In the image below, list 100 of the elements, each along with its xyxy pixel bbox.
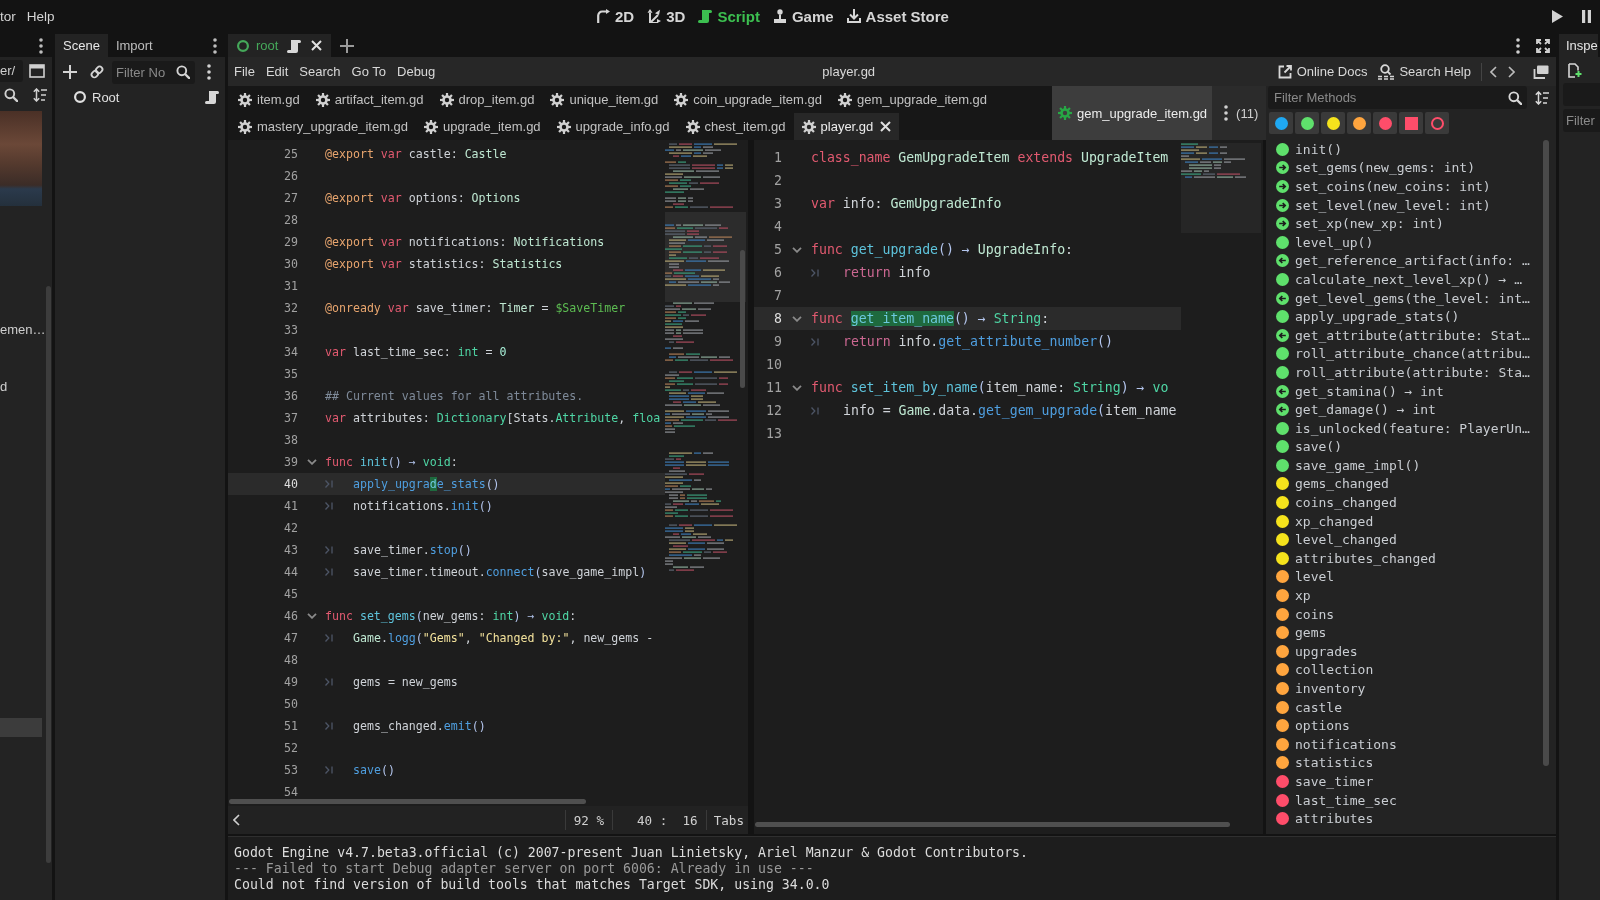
chevron-down-icon[interactable] [791,384,802,391]
play-icon[interactable] [1552,9,1563,23]
plus-icon[interactable] [340,38,355,53]
method-list-item[interactable]: get_level_gems(the_level: int… [1276,288,1530,308]
close-icon[interactable] [311,40,323,51]
filter-field[interactable]: Filter Methods [1268,86,1527,109]
scroll-icon[interactable] [205,90,219,104]
method-list-item[interactable]: is_unlocked(feature: PlayerUn… [1276,418,1530,438]
chevron-down-icon[interactable] [306,459,317,465]
chevron-down-icon[interactable] [306,613,317,619]
type-filter-button[interactable] [1399,112,1423,134]
method-list-item[interactable]: coins [1276,604,1335,624]
menu-item[interactable]: Search [299,64,341,79]
method-list-item[interactable]: gems [1276,623,1327,643]
method-list-item[interactable]: init() [1276,140,1342,159]
scrollbar[interactable] [755,822,1230,827]
method-list-item[interactable]: get_reference_artifact(info: … [1276,251,1530,271]
fullscreen-icon[interactable] [1536,38,1550,53]
method-list-item[interactable]: get_attribute(attribute: Stat… [1276,325,1530,345]
scrollbar[interactable] [1543,140,1549,766]
menu-item[interactable]: Go To [351,64,386,79]
workspace-tab[interactable]: Asset Store [846,4,949,28]
kebab-menu-icon[interactable] [213,37,217,54]
menu-item[interactable]: Debug [397,64,436,79]
method-list-item[interactable]: calculate_next_level_xp() → … [1276,270,1522,289]
method-list-item[interactable]: get_damage() → int [1276,400,1436,419]
file-list-item[interactable]: emen… [0,320,42,339]
type-filter-button[interactable] [1347,112,1371,134]
code-minimap[interactable] [1181,143,1261,233]
method-list-item[interactable]: statistics [1276,753,1374,773]
workspace-tab[interactable]: Script [698,4,760,28]
method-list-item[interactable]: upgrades [1276,642,1358,661]
tree-item[interactable]: Root [92,89,120,105]
method-list-item[interactable]: set_level(new_level: int) [1276,195,1491,215]
file-tab[interactable]: drop_item.gd [431,86,543,113]
sort-icon[interactable] [33,88,47,102]
method-list-item[interactable]: save_timer [1276,772,1374,791]
file-tab[interactable]: mastery_upgrade_item.gd [230,113,417,140]
kebab-menu-icon[interactable] [39,37,43,54]
method-list-item[interactable]: level_changed [1276,530,1397,550]
method-list-item[interactable]: set_coins(new_coins: int) [1276,177,1491,196]
menu-item[interactable]: Help [26,8,55,24]
chevron-down-icon[interactable] [791,246,802,253]
method-list-item[interactable]: options [1276,716,1350,735]
file-tab[interactable]: chest_item.gd [677,113,794,140]
method-list-item[interactable]: attributes_changed [1276,549,1436,568]
chevron-right-icon[interactable] [1508,65,1515,78]
menu-item[interactable]: File [234,64,255,79]
kebab-menu-icon[interactable] [1516,37,1520,54]
method-list-item[interactable]: gems_changed [1276,474,1389,494]
search-icon[interactable] [4,88,18,102]
menu-item[interactable]: tor [0,8,16,24]
dock-tab[interactable]: Scene [55,34,108,57]
type-filter-button[interactable] [1295,112,1319,134]
file-tab[interactable]: artifact_item.gd [307,86,432,113]
new-script-icon[interactable] [1568,62,1582,78]
method-list-item[interactable]: get_stamina() → int [1276,381,1444,401]
zoom-button[interactable]: 92 % [565,812,612,828]
dock-tab[interactable]: Inspe [1559,34,1598,57]
file-tab[interactable]: upgrade_info.gd [548,113,678,140]
file-tab[interactable]: player.gd [793,113,900,140]
workspace-tab[interactable]: 3D [647,4,686,28]
file-tab[interactable]: item.gd [230,86,308,113]
help-button[interactable]: Online Docs [1277,64,1368,79]
method-list-item[interactable]: attributes [1276,809,1374,828]
method-list-item[interactable]: apply_upgrade_stats() [1276,307,1460,326]
dock-tab[interactable]: Import [107,34,161,57]
workspace-tab[interactable]: Game [772,4,834,28]
method-list-item[interactable]: save() [1276,437,1342,457]
chevron-left-icon[interactable] [1490,65,1497,78]
close-icon[interactable] [880,121,892,132]
sort-icon[interactable] [1535,90,1549,105]
chevron-down-icon[interactable] [791,315,802,322]
method-list-item[interactable]: roll_attribute_chance(attribu… [1276,344,1530,364]
link-icon[interactable] [89,64,105,80]
method-list-item[interactable]: coins_changed [1276,493,1397,512]
type-filter-button[interactable] [1321,112,1345,134]
scrollbar[interactable] [229,799,586,804]
window-icon[interactable] [29,64,45,78]
workspace-tab[interactable]: 2D [596,4,635,28]
method-list-item[interactable]: collection [1276,660,1374,680]
pause-icon[interactable] [1582,9,1591,23]
scrollbar[interactable] [740,250,745,388]
method-list-item[interactable]: castle [1276,697,1342,717]
method-list-item[interactable]: roll_attribute(attribute: Sta… [1276,363,1530,382]
method-list-item[interactable]: last_time_sec [1276,790,1397,810]
plus-icon[interactable] [63,65,77,79]
filter-field[interactable]: Filter [1563,109,1600,132]
scrollbar[interactable] [46,286,51,863]
method-list-item[interactable]: inventory [1276,679,1366,698]
method-list-item[interactable]: set_xp(new_xp: int) [1276,214,1444,233]
help-button[interactable]: Search Help [1378,63,1471,80]
type-filter-button[interactable] [1373,112,1397,134]
file-tab[interactable]: upgrade_item.gd [416,113,549,140]
method-list-item[interactable]: xp [1276,586,1311,605]
method-list-item[interactable]: save_game_impl() [1276,456,1421,475]
type-filter-button[interactable] [1269,112,1293,134]
document-tab[interactable]: root [228,34,332,57]
file-tab[interactable]: coin_upgrade_item.gd [666,86,830,113]
type-filter-button[interactable] [1425,112,1449,134]
